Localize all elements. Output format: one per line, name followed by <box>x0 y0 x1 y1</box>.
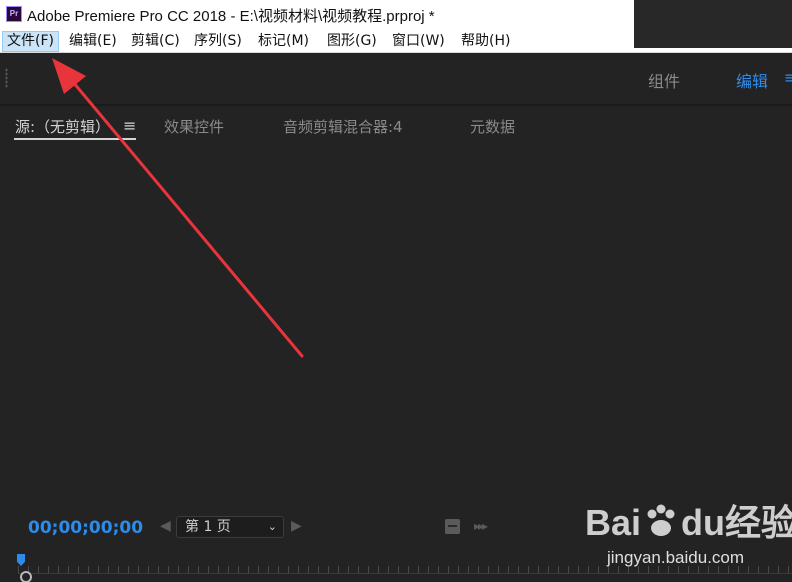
chevron-down-icon: ⌄ <box>267 520 277 533</box>
baidu-watermark: Bai du经验 jingyan.baidu.com <box>583 494 792 576</box>
menu-file[interactable]: 文件(F) <box>2 31 59 52</box>
watermark-site: jingyan.baidu.com <box>607 548 745 567</box>
insert-icon[interactable] <box>445 519 460 534</box>
brand-text-a: Bai <box>585 502 642 543</box>
workspace-tab-editing[interactable]: 编辑 <box>736 68 768 92</box>
drag-grip-icon[interactable] <box>5 68 8 88</box>
brand-text-b: du <box>681 502 726 543</box>
brand-text-c: 经验 <box>725 502 792 543</box>
window-title: Adobe Premiere Pro CC 2018 - E:\视频材料\视频教… <box>27 8 435 25</box>
tab-source[interactable]: 源:（无剪辑） <box>15 116 110 137</box>
menu-clip[interactable]: 剪辑(C) <box>127 31 184 52</box>
chevron-left-icon[interactable]: ◀ <box>160 518 171 534</box>
menu-marker[interactable]: 标记(M) <box>254 31 313 52</box>
page-select[interactable]: 第 1 页 ⌄ <box>176 516 284 538</box>
workspace-tab-assembly[interactable]: 组件 <box>648 68 680 92</box>
source-panel-menu-icon[interactable]: ≡ <box>123 116 136 135</box>
menu-edit[interactable]: 编辑(E) <box>65 31 121 52</box>
menu-help[interactable]: 帮助(H) <box>457 31 514 52</box>
tab-effect-controls[interactable]: 效果控件 <box>164 116 224 137</box>
playhead-marker-icon[interactable] <box>17 554 25 566</box>
chevron-right-icon[interactable]: ▶ <box>291 518 302 534</box>
playhead-timecode[interactable]: 00;00;00;00 <box>28 518 143 538</box>
workspace-switcher <box>634 0 792 48</box>
tab-audio-clip-mixer[interactable]: 音频剪辑混合器:4 <box>283 116 403 137</box>
menu-graphics[interactable]: 图形(G) <box>323 31 381 52</box>
active-tab-underline <box>14 138 136 140</box>
baidu-jingyan-logo: Bai du经验 <box>585 494 792 546</box>
overwrite-icon[interactable]: ▸▸▸ <box>474 519 488 533</box>
premiere-logo-icon: Pr <box>6 6 22 22</box>
page-select-value: 第 1 页 <box>185 519 231 535</box>
paw-icon <box>641 501 681 541</box>
menu-window[interactable]: 窗口(W) <box>388 31 449 52</box>
workspace-menu-icon[interactable]: ≡ <box>784 68 792 87</box>
menu-sequence[interactable]: 序列(S) <box>190 31 246 52</box>
tab-metadata[interactable]: 元数据 <box>470 116 515 137</box>
playhead-handle[interactable] <box>20 571 32 582</box>
